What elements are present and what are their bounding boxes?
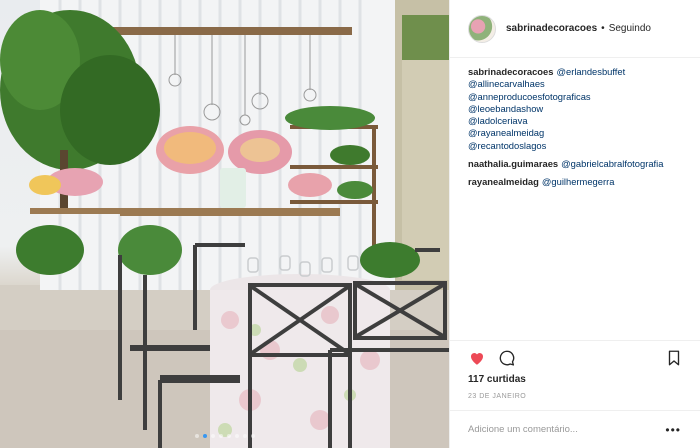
mention-link[interactable]: @gabrielcabralfotografia — [561, 158, 663, 169]
post-actions-bar — [450, 340, 700, 370]
comments-list: sabrinadecoracoes @erlandesbuffet @alline… — [468, 66, 693, 195]
post-side-panel: sabrinadecoracoes • Seguindo sabrinadeco… — [449, 0, 700, 448]
post-header: sabrinadecoracoes • Seguindo — [450, 0, 700, 58]
party-decoration-photo — [0, 0, 449, 448]
comment-icon[interactable] — [498, 349, 516, 367]
carousel-dot — [250, 434, 255, 438]
comment-item: naathalia.guimaraes @gabrielcabralfotogra… — [468, 158, 693, 170]
carousel-dot-active — [202, 434, 207, 438]
carousel-dot — [234, 434, 239, 438]
heart-icon[interactable] — [468, 349, 486, 367]
mention-link[interactable]: @recantodoslagos — [468, 140, 693, 152]
mention-link[interactable]: @anneproducoesfotograficas — [468, 91, 693, 103]
carousel-dot — [226, 434, 231, 438]
mention-link[interactable]: @guilhermegerra — [542, 176, 615, 187]
instagram-post-modal: sabrinadecoracoes • Seguindo sabrinadeco… — [0, 0, 700, 448]
post-date[interactable]: 23 DE JANEIRO — [468, 393, 526, 400]
carousel-dot — [210, 434, 215, 438]
header-text: sabrinadecoracoes • Seguindo — [506, 23, 651, 34]
comment-username[interactable]: naathalia.guimaraes — [468, 158, 558, 169]
likes-count[interactable]: 117 curtidas — [468, 374, 526, 385]
post-photo[interactable] — [0, 0, 449, 448]
mention-link[interactable]: @ladolceriava — [468, 115, 693, 127]
add-comment-section: ••• — [450, 410, 700, 448]
mention-link[interactable]: @allinecarvalhaes — [468, 78, 693, 90]
comment-item: sabrinadecoracoes @erlandesbuffet @alline… — [468, 66, 693, 152]
avatar[interactable] — [468, 14, 496, 43]
carousel-dot — [242, 434, 247, 438]
comment-username[interactable]: sabrinadecoracoes — [468, 66, 553, 77]
carousel-dot — [218, 434, 223, 438]
bookmark-icon[interactable] — [665, 349, 683, 367]
comment-item: rayanealmeidag @guilhermegerra — [468, 176, 693, 188]
mention-link[interactable]: @rayanealmeidag — [468, 127, 693, 139]
comment-username[interactable]: rayanealmeidag — [468, 176, 539, 187]
more-options-icon[interactable]: ••• — [665, 423, 681, 437]
post-username[interactable]: sabrinadecoracoes — [506, 23, 597, 34]
carousel-indicators — [0, 434, 449, 438]
comment-input[interactable] — [468, 424, 648, 435]
separator-dot: • — [601, 23, 605, 34]
following-status[interactable]: Seguindo — [609, 23, 651, 34]
mention-link[interactable]: @erlandesbuffet — [556, 66, 625, 77]
carousel-dot — [194, 434, 199, 438]
mention-link[interactable]: @leoebandashow — [468, 103, 693, 115]
